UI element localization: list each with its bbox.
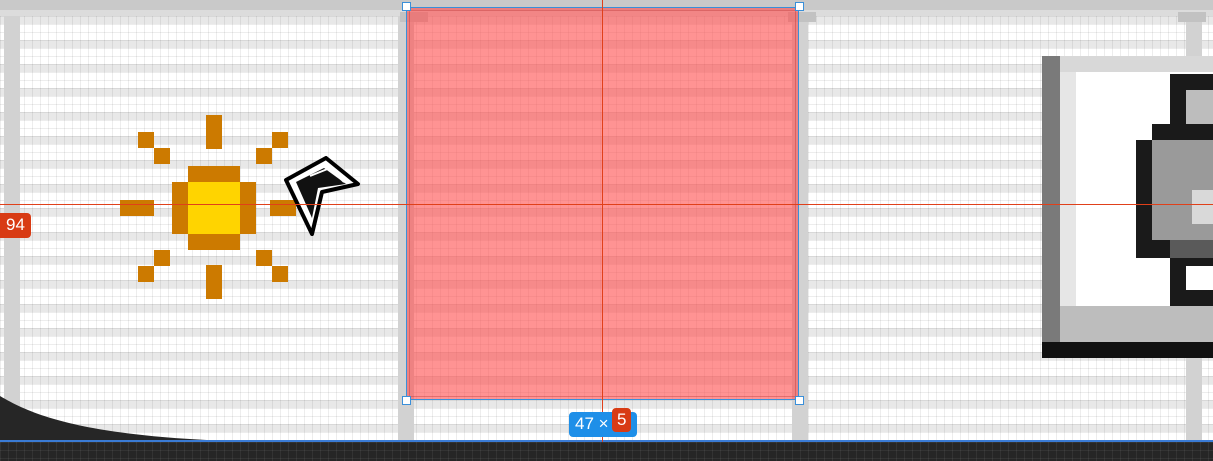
vertical-guide-line	[602, 0, 603, 442]
y-position-badge: 94	[0, 213, 31, 238]
horizontal-guide-line	[0, 204, 1213, 205]
floor-strip	[0, 442, 1213, 461]
resize-handle-top-right[interactable]	[795, 2, 804, 11]
monitor-icon[interactable]	[1042, 56, 1213, 360]
pixel-art-canvas[interactable]: 94 47 × 5	[0, 0, 1213, 461]
post-cap	[1178, 12, 1206, 22]
resize-handle-bottom-left[interactable]	[402, 396, 411, 405]
dark-hill-shape	[0, 396, 260, 442]
resize-handle-bottom-right[interactable]	[795, 396, 804, 405]
arrow-cursor-icon	[284, 156, 360, 236]
resize-handle-top-left[interactable]	[402, 2, 411, 11]
selection-height-badge: 5	[612, 408, 632, 432]
sun-icon[interactable]	[120, 115, 296, 303]
